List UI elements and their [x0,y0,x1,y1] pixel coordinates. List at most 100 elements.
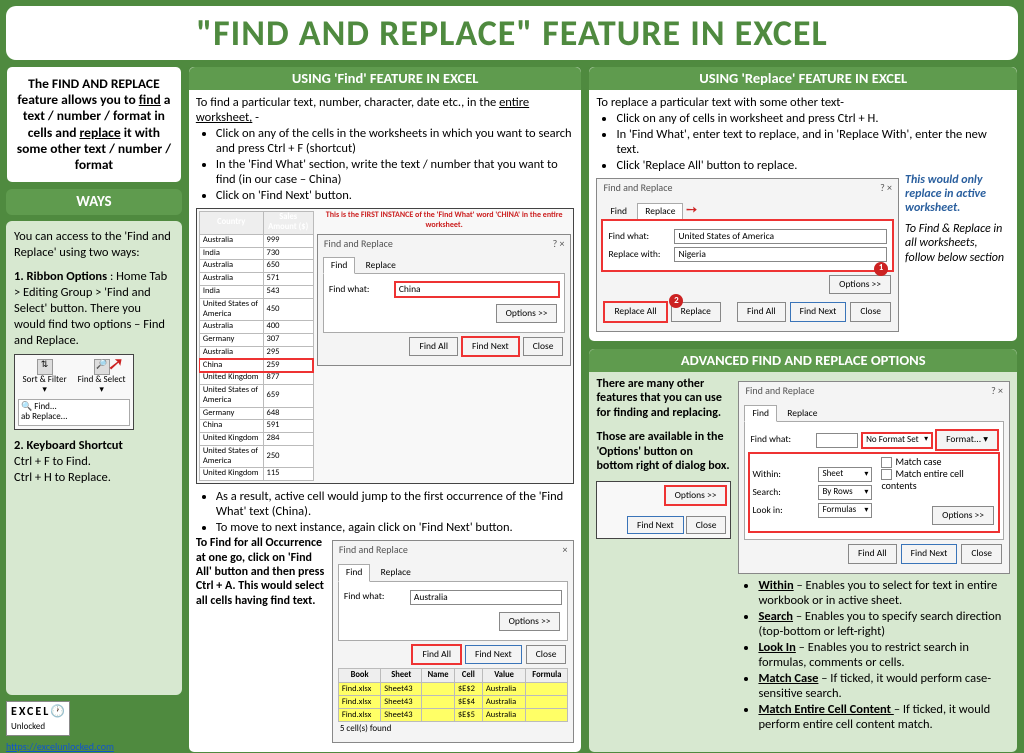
advdlg-entire-label: Match entire cell contents [881,467,963,492]
dlg1-findall-button[interactable]: Find All [409,337,458,356]
advdlg-close-button[interactable]: Close [961,544,1002,563]
adv-b0-d: – Enables you to select for text in enti… [758,578,997,608]
advdlg-findall-button[interactable]: Find All [848,544,897,563]
column-right: USING 'Replace' FEATURE IN EXCEL To repl… [588,66,1018,753]
dlg1-find-input[interactable]: China [395,282,560,297]
repdlg-replaceall-button[interactable]: Replace All [604,302,666,321]
ribbon-screenshot: ⇅ Sort & Filter ▾ 🔎 Find & Select ▾ 🔍 Fi… [14,354,134,429]
advdlg-search-select[interactable]: By Rows [818,485,872,500]
replace-b2: In 'Find What', enter text to replace, a… [616,127,1010,157]
advdlg-find-label: Find what: [750,434,812,445]
advdlg-options-button[interactable]: Options >> [932,506,994,525]
intro-box: The FIND AND REPLACE feature allows you … [6,66,182,183]
adv-b3-t: Match Case [758,671,818,686]
find-b1: Click on any of the cells in the workshe… [216,126,575,156]
advdlg-title: Find and Replace [745,385,814,397]
dlg1-find-label: Find what: [329,284,391,295]
find-dialog-1: Find and Replace ? × Find Replace Find wh… [317,234,572,366]
logo: EXCEL🕐 Unlocked [6,701,70,736]
options-mini: Options >> Find Next Close [596,481,731,539]
dlg2-title: Find and Replace [339,544,408,556]
repdlg-title: Find and Replace [603,182,672,194]
red-arrow-icon: ➙ [686,201,698,218]
dlg1-title: Find and Replace [324,238,393,250]
mini-options-button[interactable]: Options >> [665,486,727,505]
dlg2-close-icon[interactable]: × [562,544,567,556]
dlg2-find-label: Find what: [344,591,406,602]
dlg1-options-button[interactable]: Options >> [496,304,558,323]
replace-bullets: Click on any of cells in worksheet and p… [596,111,1010,173]
repdlg-help-icon[interactable]: ? × [880,182,892,194]
title-bar: "FIND AND REPLACE" FEATURE IN EXCEL [6,6,1018,60]
dlg2-close-button[interactable]: Close [526,645,567,664]
dlg2-tab-replace[interactable]: Replace [373,564,419,581]
dlg1-close-button[interactable]: Close [523,337,564,356]
replace-note-blue: This would only replace in active worksh… [905,174,1010,215]
dlg2-tab-find[interactable]: Find [338,564,371,581]
ribbon-sort-filter[interactable]: ⇅ Sort & Filter ▾ [20,359,69,396]
advdlg-tab-replace[interactable]: Replace [779,405,825,422]
repdlg-find-label: Find what: [608,231,670,242]
repdlg-findall-button[interactable]: Find All [737,302,786,321]
advdlg-within-select[interactable]: Sheet [818,467,872,482]
advdlg-look-select[interactable]: Formulas [818,503,872,518]
column-mid: USING 'Find' FEATURE IN EXCEL To find a … [188,66,583,753]
advdlg-search-label: Search: [752,487,814,498]
dlg2-find-input[interactable]: Australia [410,590,563,605]
intro-replace: replace [80,124,121,141]
find-after2: To move to next instance, again click on… [216,520,575,535]
dlg2-options-button[interactable]: Options >> [499,612,561,631]
advdlg-matchcase-checkbox[interactable] [881,457,892,468]
dlg2-findall-button[interactable]: Find All [412,645,461,664]
adv-b0-t: Within [758,578,793,593]
main-grid: The FIND AND REPLACE feature allows you … [6,66,1018,753]
repdlg-replace-input[interactable]: Nigeria [674,247,887,262]
mini-findnext-button[interactable]: Find Next [627,516,684,535]
advdlg-help-icon[interactable]: ? × [991,385,1003,397]
find-dialog-2: Find and Replace × Find Replace Find what… [332,540,575,743]
find-b2: In the 'Find What' section, write the te… [216,157,575,187]
advdlg-findnext-button[interactable]: Find Next [901,544,958,563]
mini-close-button[interactable]: Close [686,516,727,535]
advdlg-find-input[interactable] [816,433,858,448]
tbl-h1: Country [199,212,263,235]
find-after1: As a result, active cell would jump to t… [216,489,575,519]
adv-b2-t: Look In [758,640,795,655]
find-box: USING 'Find' FEATURE IN EXCEL To find a … [188,66,583,753]
logo-block: EXCEL🕐 Unlocked https://excelunlocked.co… [6,701,182,753]
replace-intro: To replace a particular text with some o… [596,95,1010,110]
advdlg-tab-find[interactable]: Find [744,405,777,422]
ways-ribbon-title: 1. Ribbon Options [14,269,107,284]
repdlg-tab-replace[interactable]: Replace [637,203,683,220]
find-bullets: Click on any of the cells in the workshe… [196,126,575,203]
dlg2-findnext-button[interactable]: Find Next [465,645,522,664]
ways-intro: You can access to the 'Find and Replace'… [14,229,174,261]
repdlg-find-input[interactable]: United States of America [674,229,887,244]
ribbon-sort-label: Sort & Filter ▾ [23,374,67,395]
dlg2-results: BookSheetNameCellValueFormula Find.xlsxS… [338,668,569,722]
dlg1-findnext-button[interactable]: Find Next [462,337,519,356]
intro-find: find [139,91,161,108]
adv-b1-d: – Enables you to specify search directio… [758,609,1001,639]
ways-kb-title: 2. Keyboard Shortcut [14,438,123,453]
repdlg-close-button[interactable]: Close [850,302,891,321]
menu-replace-item[interactable]: ab Replace... [21,412,127,422]
dlg1-help-icon[interactable]: ? × [553,238,565,250]
advdlg-noformat[interactable]: No Format Set [862,433,932,448]
find-after-bullets: As a result, active cell would jump to t… [196,489,575,535]
sort-icon: ⇅ [37,359,53,375]
dlg1-tab-replace[interactable]: Replace [358,257,404,274]
advanced-box: ADVANCED FIND AND REPLACE OPTIONS There … [588,348,1018,753]
find-intro2: - [252,110,259,125]
repdlg-tab-find[interactable]: Find [602,203,635,220]
page-title: "FIND AND REPLACE" FEATURE IN EXCEL [26,11,998,55]
dlg1-tab-find[interactable]: Find [323,257,356,274]
adv-bullets: Within – Enables you to select for text … [738,578,1010,732]
repdlg-findnext-button[interactable]: Find Next [790,302,847,321]
find-header: USING 'Find' FEATURE IN EXCEL [189,67,582,90]
advdlg-format-button[interactable]: Format... ▾ [936,430,998,449]
find-intro1: To find a particular text, number, chara… [196,95,499,110]
repdlg-options-button[interactable]: Options >> [829,275,891,294]
replace-header: USING 'Replace' FEATURE IN EXCEL [589,67,1017,90]
advdlg-look-label: Look in: [752,505,814,516]
